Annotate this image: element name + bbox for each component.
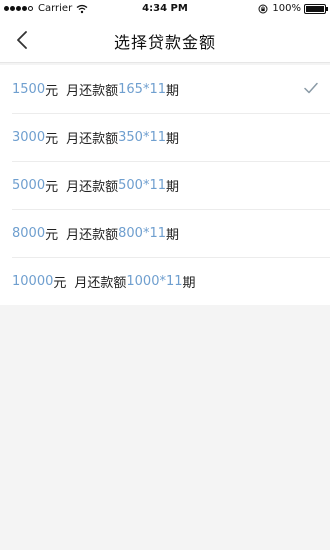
loan-unit: 元 (45, 179, 59, 195)
loan-amount: 8000 (12, 225, 46, 241)
loan-option-10000[interactable]: 10000 元 月还款额 1000 *11 期 (0, 257, 330, 305)
period-unit: 期 (166, 227, 180, 243)
loan-option-8000[interactable]: 8000 元 月还款额 800 *11 期 (0, 209, 330, 257)
repay-amount: 350 (118, 129, 143, 145)
repay-periods: *11 (142, 81, 166, 97)
repay-label: 月还款额 (66, 179, 119, 195)
loan-unit: 元 (53, 275, 67, 291)
period-unit: 期 (166, 131, 180, 147)
repay-label: 月还款额 (66, 131, 119, 147)
repay-amount: 165 (118, 81, 143, 97)
status-bar: Carrier 4:34 PM 100% (0, 0, 330, 18)
repay-label: 月还款额 (66, 83, 119, 99)
loan-option-3000[interactable]: 3000 元 月还款额 350 *11 期 (0, 113, 330, 161)
navigation-bar: 选择贷款金额 (0, 18, 330, 63)
loan-option-1500[interactable]: 1500 元 月还款额 165 *11 期 (0, 65, 330, 113)
checkmark-icon (304, 82, 318, 94)
repay-label: 月还款额 (74, 275, 127, 291)
repay-periods: *11 (159, 273, 183, 289)
loan-unit: 元 (45, 83, 59, 99)
rotation-lock-icon (258, 4, 268, 13)
repay-amount: 1000 (126, 273, 160, 289)
status-right: 100% (258, 3, 328, 14)
loan-amount: 1500 (12, 81, 46, 97)
period-unit: 期 (182, 275, 196, 291)
loan-amount-list: 1500 元 月还款额 165 *11 期 3000 元 月还款额 350 *11 期 5000… (0, 65, 330, 305)
loan-unit: 元 (45, 227, 59, 243)
page-title: 选择贷款金额 (113, 33, 216, 52)
loan-amount: 3000 (12, 129, 46, 145)
repay-periods: *11 (142, 177, 166, 193)
loan-option-5000[interactable]: 5000 元 月还款额 500 *11 期 (0, 161, 330, 209)
loan-unit: 元 (45, 131, 59, 147)
repay-amount: 800 (118, 225, 143, 241)
loan-amount: 10000 (12, 273, 54, 289)
repay-label: 月还款额 (66, 227, 119, 243)
period-unit: 期 (166, 83, 180, 99)
repay-periods: *11 (142, 129, 166, 145)
battery-icon (304, 3, 328, 14)
repay-periods: *11 (142, 225, 166, 241)
repay-amount: 500 (118, 177, 143, 193)
battery-percent: 100% (272, 3, 301, 14)
loan-amount: 5000 (12, 177, 46, 193)
period-unit: 期 (166, 179, 180, 195)
